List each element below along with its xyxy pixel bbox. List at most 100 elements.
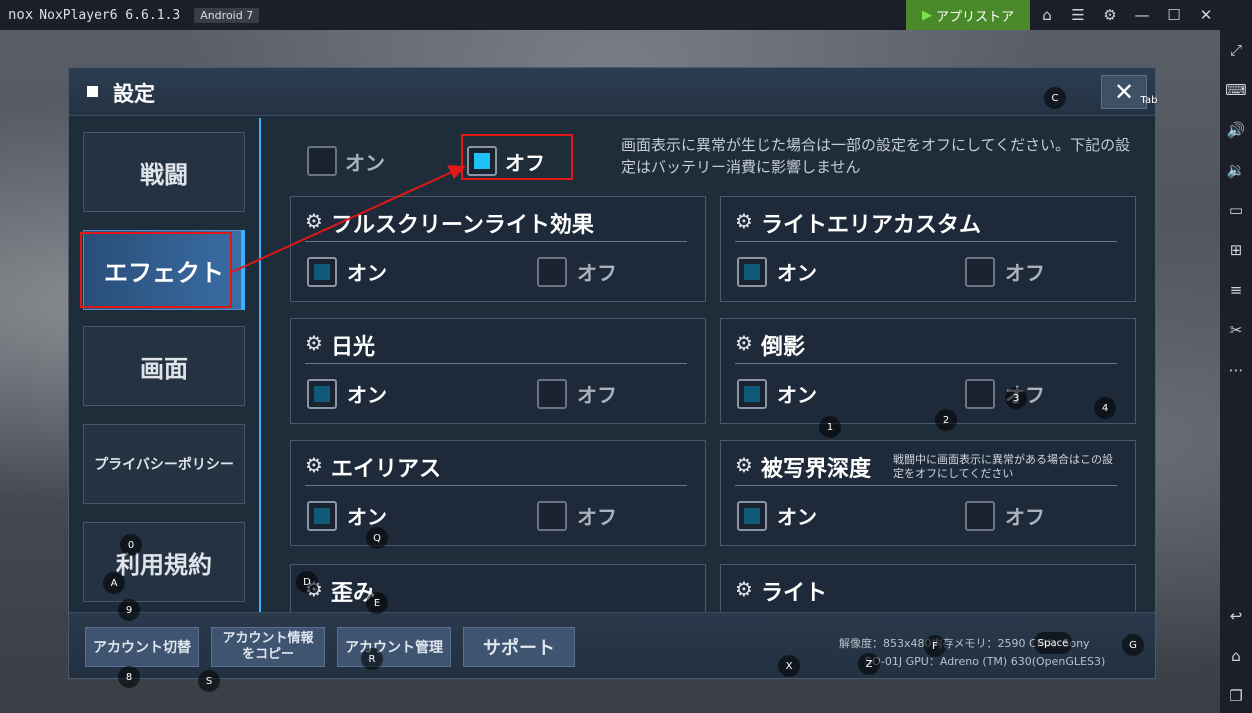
on-checkbox[interactable] [307, 501, 337, 531]
nav-battle[interactable]: 戦闘 [83, 132, 245, 212]
card-divider [735, 485, 1117, 486]
off-checkbox[interactable] [537, 257, 567, 287]
on-checkbox[interactable] [307, 257, 337, 287]
on-checkbox[interactable] [737, 379, 767, 409]
shirt-icon[interactable]: ⌂ [1032, 0, 1062, 30]
card-note: 戦闘中に画面表示に異常がある場合はこの設定をオフにしてください [893, 453, 1113, 480]
key-marker: Space [1034, 632, 1072, 654]
card-title: エイリアス [331, 457, 442, 482]
card-title: 日光 [331, 335, 376, 360]
key-marker: A [103, 572, 125, 594]
button-label: アカウント管理 [345, 640, 443, 656]
nox-logo: nox [8, 7, 34, 23]
nav-screen[interactable]: 画面 [83, 326, 245, 406]
card-light-area-custom: ⚙ ライトエリアカスタム オン オフ [720, 196, 1136, 302]
off-label: オフ [1005, 261, 1045, 285]
on-checkbox[interactable] [737, 257, 767, 287]
on-label: オン [347, 383, 387, 407]
card-depth-of-field: ⚙ 被写界深度 戦闘中に画面表示に異常がある場合はこの設定をオフにしてください … [720, 440, 1136, 546]
key-marker: Z [858, 653, 880, 675]
emulator-titlebar: nox NoxPlayer6 6.6.1.3 Android 7 ▶ アプリスト… [0, 0, 1252, 30]
gear-icon: ⚙ [735, 453, 753, 477]
card-title: ライト [761, 581, 828, 606]
emulator-right-toolbar: ⤢ ⌨ 🔊 🔉 ▭ ⊞ ≡ ✂ ⋯ ↩ ⌂ ❐ [1220, 30, 1252, 713]
on-checkbox[interactable] [307, 379, 337, 409]
more-icon[interactable]: ⋯ [1220, 358, 1252, 382]
account-management-button[interactable]: アカウント管理 [337, 627, 451, 667]
gear-icon: ⚙ [305, 209, 323, 233]
card-divider [305, 363, 687, 364]
dialog-title: 設定 [113, 82, 155, 106]
master-on-label: オン [345, 151, 385, 175]
card-light: ⚙ ライト [720, 564, 1136, 612]
key-marker: Tab [1140, 94, 1158, 106]
multi-instance-icon[interactable]: ≡ [1220, 278, 1252, 302]
card-fullscreen-light: ⚙ フルスクリーンライト効果 オン オフ [290, 196, 706, 302]
card-anti-aliasing: ⚙ エイリアス オン オフ [290, 440, 706, 546]
gear-icon[interactable]: ⚙ [1095, 0, 1125, 30]
key-marker: Q [366, 527, 388, 549]
key-marker: 9 [118, 599, 140, 621]
card-reflection: ⚙ 倒影 オン オフ [720, 318, 1136, 424]
on-label: オン [777, 383, 817, 407]
on-label: オン [347, 505, 387, 529]
gear-icon: ⚙ [735, 331, 753, 355]
nav-label: 戦闘 [140, 160, 188, 189]
off-label: オフ [1005, 505, 1045, 529]
button-label: アカウント情報をコピー [222, 631, 314, 662]
card-distortion: ⚙ 歪み [290, 564, 706, 612]
keyboard-icon[interactable]: ⌨ [1220, 78, 1252, 102]
switch-account-button[interactable]: アカウント切替 [85, 627, 199, 667]
key-marker: F [924, 635, 946, 657]
volume-up-icon[interactable]: 🔊 [1220, 118, 1252, 142]
card-divider [735, 363, 1117, 364]
off-label: オフ [577, 383, 617, 407]
off-checkbox[interactable] [965, 501, 995, 531]
off-checkbox[interactable] [537, 501, 567, 531]
key-marker: X [778, 655, 800, 677]
minimize-icon[interactable]: — [1127, 0, 1157, 30]
on-checkbox[interactable] [737, 501, 767, 531]
on-label: オン [777, 261, 817, 285]
notice-text: 画面表示に異常が生じた場合は一部の設定をオフにしてください。下記の設定はバッテリ… [621, 136, 1131, 176]
maximize-icon[interactable]: ☐ [1159, 0, 1189, 30]
card-divider [735, 241, 1117, 242]
apk-icon[interactable]: ⊞ [1220, 238, 1252, 262]
gear-icon: ⚙ [305, 331, 323, 355]
title-square-icon [87, 86, 98, 97]
volume-down-icon[interactable]: 🔉 [1220, 158, 1252, 182]
play-store-icon: ▶ [921, 7, 932, 23]
scissors-icon[interactable]: ✂ [1220, 318, 1252, 342]
key-marker: 1 [819, 416, 841, 438]
highlight-off-toggle [461, 134, 573, 180]
back-icon[interactable]: ↩ [1220, 604, 1252, 628]
app-store-label: アプリストア [935, 9, 1014, 25]
key-marker: E [366, 592, 388, 614]
screen-icon[interactable]: ▭ [1220, 198, 1252, 222]
close-icon[interactable]: ✕ [1191, 0, 1221, 30]
copy-account-info-button[interactable]: アカウント情報をコピー [211, 627, 325, 667]
recent-apps-icon[interactable]: ❐ [1220, 684, 1252, 708]
menu-icon[interactable]: ☰ [1063, 0, 1093, 30]
key-marker: 4 [1094, 397, 1116, 419]
gear-icon: ⚙ [735, 577, 753, 601]
app-store-button[interactable]: ▶ アプリストア [906, 0, 1030, 30]
nav-privacy-policy[interactable]: プライバシーポリシー [83, 424, 245, 504]
home-icon[interactable]: ⌂ [1220, 644, 1252, 668]
card-divider [305, 485, 687, 486]
off-checkbox[interactable] [965, 257, 995, 287]
fullscreen-icon[interactable]: ⤢ [1220, 38, 1252, 62]
key-marker: S [198, 670, 220, 692]
key-marker: 2 [935, 409, 957, 431]
key-marker: 0 [120, 534, 142, 556]
off-checkbox[interactable] [537, 379, 567, 409]
support-button[interactable]: サポート [463, 627, 575, 667]
off-checkbox[interactable] [965, 379, 995, 409]
master-on-checkbox[interactable] [307, 146, 337, 176]
app-title: NoxPlayer6 6.6.1.3 [39, 7, 181, 23]
nav-label: プライバシーポリシー [94, 457, 234, 473]
nav-divider [259, 118, 261, 612]
nav-label: 画面 [140, 354, 188, 383]
gear-icon: ⚙ [305, 453, 323, 477]
dialog-header: 設定 ✕ [69, 68, 1155, 116]
